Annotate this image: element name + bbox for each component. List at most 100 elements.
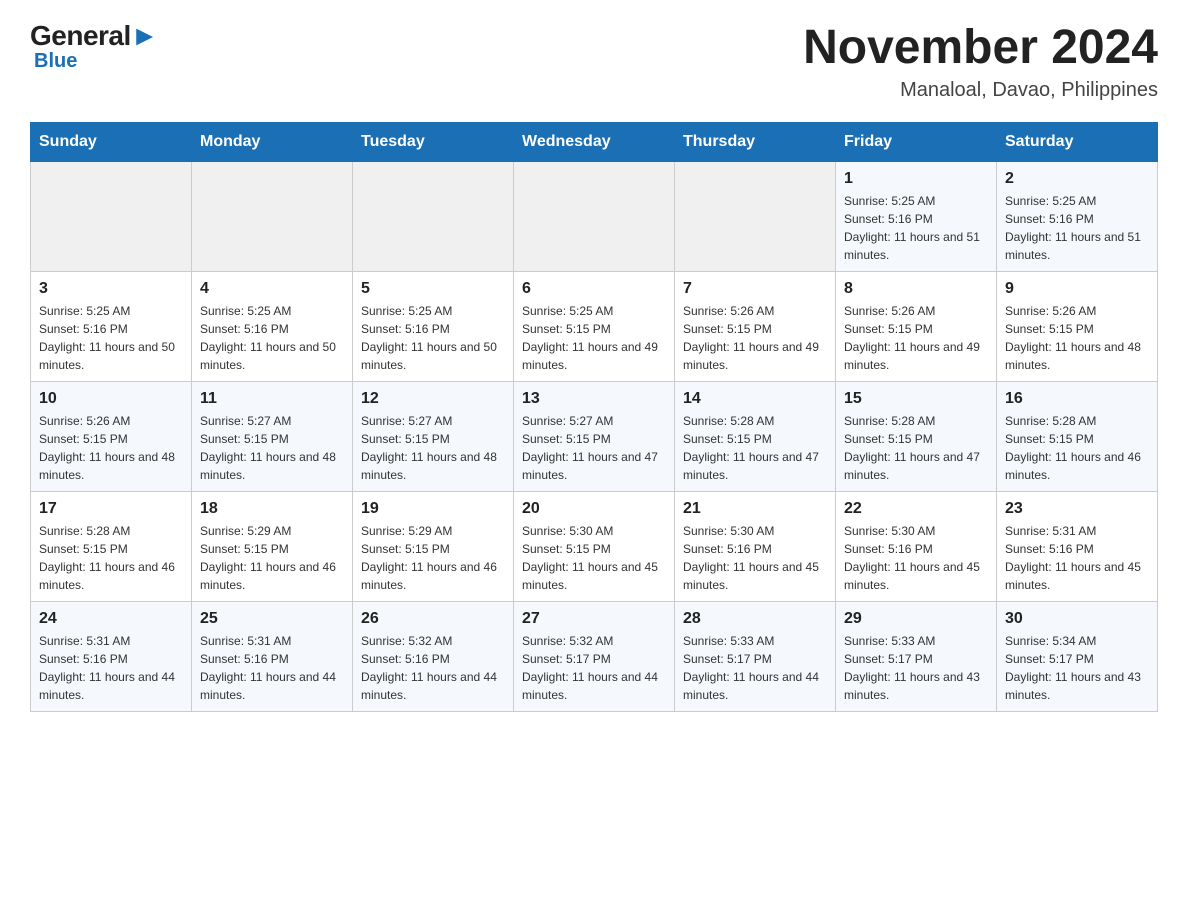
day-info: Sunrise: 5:27 AM Sunset: 5:15 PM Dayligh…: [361, 412, 505, 484]
title-section: November 2024 Manaloal, Davao, Philippin…: [803, 20, 1158, 102]
day-number: 28: [683, 610, 827, 628]
calendar-cell: 11 Sunrise: 5:27 AM Sunset: 5:15 PM Dayli…: [192, 382, 353, 492]
column-header-tuesday: Tuesday: [353, 123, 514, 162]
day-info: Sunrise: 5:27 AM Sunset: 5:15 PM Dayligh…: [522, 412, 666, 484]
day-info: Sunrise: 5:32 AM Sunset: 5:16 PM Dayligh…: [361, 632, 505, 704]
day-info: Sunrise: 5:27 AM Sunset: 5:15 PM Dayligh…: [200, 412, 344, 484]
calendar-cell: 17Sunrise: 5:28 AM Sunset: 5:15 PM Dayli…: [31, 492, 192, 602]
day-number: 7: [683, 280, 827, 298]
day-info: Sunrise: 5:33 AM Sunset: 5:17 PM Dayligh…: [844, 632, 988, 704]
calendar-cell: 20Sunrise: 5:30 AM Sunset: 5:15 PM Dayli…: [514, 492, 675, 602]
day-info: Sunrise: 5:31 AM Sunset: 5:16 PM Dayligh…: [1005, 522, 1149, 594]
calendar-cell: 8Sunrise: 5:26 AM Sunset: 5:15 PM Daylig…: [836, 272, 997, 382]
day-number: 19: [361, 500, 505, 518]
day-info: Sunrise: 5:25 AM Sunset: 5:16 PM Dayligh…: [200, 302, 344, 374]
day-info: Sunrise: 5:32 AM Sunset: 5:17 PM Dayligh…: [522, 632, 666, 704]
day-number: 14: [683, 390, 827, 408]
calendar-week-row: 24 Sunrise: 5:31 AM Sunset: 5:16 PM Dayli…: [31, 602, 1158, 712]
day-info: Sunrise: 5:25 AM Sunset: 5:15 PM Dayligh…: [522, 302, 666, 374]
calendar-cell: 4Sunrise: 5:25 AM Sunset: 5:16 PM Daylig…: [192, 272, 353, 382]
calendar-cell: 14 Sunrise: 5:28 AM Sunset: 5:15 PM Dayli…: [675, 382, 836, 492]
calendar-cell: 26 Sunrise: 5:32 AM Sunset: 5:16 PM Dayli…: [353, 602, 514, 712]
calendar-cell: 28 Sunrise: 5:33 AM Sunset: 5:17 PM Dayli…: [675, 602, 836, 712]
day-number: 5: [361, 280, 505, 298]
calendar-cell: 19 Sunrise: 5:29 AM Sunset: 5:15 PM Dayli…: [353, 492, 514, 602]
day-number: 11: [200, 390, 344, 408]
day-number: 25: [200, 610, 344, 628]
calendar-cell: [353, 162, 514, 272]
calendar-cell: 16 Sunrise: 5:28 AM Sunset: 5:15 PM Dayli…: [997, 382, 1158, 492]
calendar-table: SundayMondayTuesdayWednesdayThursdayFrid…: [30, 122, 1158, 712]
logo-general: General►: [30, 20, 158, 52]
calendar-cell: 2Sunrise: 5:25 AM Sunset: 5:16 PM Daylig…: [997, 162, 1158, 272]
day-number: 27: [522, 610, 666, 628]
calendar-cell: 30Sunrise: 5:34 AM Sunset: 5:17 PM Dayli…: [997, 602, 1158, 712]
calendar-cell: 29Sunrise: 5:33 AM Sunset: 5:17 PM Dayli…: [836, 602, 997, 712]
day-number: 21: [683, 500, 827, 518]
day-info: Sunrise: 5:31 AM Sunset: 5:16 PM Dayligh…: [39, 632, 183, 704]
calendar-cell: 12 Sunrise: 5:27 AM Sunset: 5:15 PM Dayli…: [353, 382, 514, 492]
day-info: Sunrise: 5:25 AM Sunset: 5:16 PM Dayligh…: [1005, 192, 1149, 264]
column-header-friday: Friday: [836, 123, 997, 162]
calendar-week-row: 3 Sunrise: 5:25 AM Sunset: 5:16 PM Daylig…: [31, 272, 1158, 382]
day-info: Sunrise: 5:29 AM Sunset: 5:15 PM Dayligh…: [361, 522, 505, 594]
day-number: 24: [39, 610, 183, 628]
calendar-header-row: SundayMondayTuesdayWednesdayThursdayFrid…: [31, 123, 1158, 162]
calendar-week-row: 17Sunrise: 5:28 AM Sunset: 5:15 PM Dayli…: [31, 492, 1158, 602]
month-title: November 2024: [803, 20, 1158, 75]
day-info: Sunrise: 5:25 AM Sunset: 5:16 PM Dayligh…: [844, 192, 988, 264]
calendar-cell: 9Sunrise: 5:26 AM Sunset: 5:15 PM Daylig…: [997, 272, 1158, 382]
calendar-week-row: 1 Sunrise: 5:25 AM Sunset: 5:16 PM Daylig…: [31, 162, 1158, 272]
calendar-cell: [675, 162, 836, 272]
column-header-thursday: Thursday: [675, 123, 836, 162]
calendar-cell: [192, 162, 353, 272]
day-number: 30: [1005, 610, 1149, 628]
calendar-cell: 21 Sunrise: 5:30 AM Sunset: 5:16 PM Dayli…: [675, 492, 836, 602]
column-header-wednesday: Wednesday: [514, 123, 675, 162]
column-header-saturday: Saturday: [997, 123, 1158, 162]
day-info: Sunrise: 5:25 AM Sunset: 5:16 PM Dayligh…: [361, 302, 505, 374]
calendar-cell: 3 Sunrise: 5:25 AM Sunset: 5:16 PM Daylig…: [31, 272, 192, 382]
day-number: 17: [39, 500, 183, 518]
day-number: 20: [522, 500, 666, 518]
day-number: 26: [361, 610, 505, 628]
day-info: Sunrise: 5:28 AM Sunset: 5:15 PM Dayligh…: [683, 412, 827, 484]
day-number: 22: [844, 500, 988, 518]
calendar-cell: 6 Sunrise: 5:25 AM Sunset: 5:15 PM Daylig…: [514, 272, 675, 382]
day-number: 16: [1005, 390, 1149, 408]
calendar-cell: 27 Sunrise: 5:32 AM Sunset: 5:17 PM Dayli…: [514, 602, 675, 712]
calendar-cell: [514, 162, 675, 272]
day-number: 18: [200, 500, 344, 518]
calendar-cell: 10 Sunrise: 5:26 AM Sunset: 5:15 PM Dayli…: [31, 382, 192, 492]
column-header-sunday: Sunday: [31, 123, 192, 162]
day-number: 3: [39, 280, 183, 298]
day-number: 23: [1005, 500, 1149, 518]
page-header: General► Blue November 2024 Manaloal, Da…: [30, 20, 1158, 102]
day-info: Sunrise: 5:33 AM Sunset: 5:17 PM Dayligh…: [683, 632, 827, 704]
calendar-cell: 18 Sunrise: 5:29 AM Sunset: 5:15 PM Dayli…: [192, 492, 353, 602]
day-info: Sunrise: 5:25 AM Sunset: 5:16 PM Dayligh…: [39, 302, 183, 374]
calendar-cell: 24 Sunrise: 5:31 AM Sunset: 5:16 PM Dayli…: [31, 602, 192, 712]
calendar-cell: 25Sunrise: 5:31 AM Sunset: 5:16 PM Dayli…: [192, 602, 353, 712]
column-header-monday: Monday: [192, 123, 353, 162]
calendar-cell: 15 Sunrise: 5:28 AM Sunset: 5:15 PM Dayli…: [836, 382, 997, 492]
day-number: 10: [39, 390, 183, 408]
calendar-cell: [31, 162, 192, 272]
day-number: 1: [844, 170, 988, 188]
day-info: Sunrise: 5:30 AM Sunset: 5:16 PM Dayligh…: [683, 522, 827, 594]
calendar-cell: 13Sunrise: 5:27 AM Sunset: 5:15 PM Dayli…: [514, 382, 675, 492]
day-info: Sunrise: 5:30 AM Sunset: 5:16 PM Dayligh…: [844, 522, 988, 594]
location: Manaloal, Davao, Philippines: [803, 79, 1158, 102]
day-info: Sunrise: 5:26 AM Sunset: 5:15 PM Dayligh…: [39, 412, 183, 484]
day-info: Sunrise: 5:28 AM Sunset: 5:15 PM Dayligh…: [1005, 412, 1149, 484]
logo-triangle-icon: ►: [131, 20, 158, 51]
day-number: 15: [844, 390, 988, 408]
calendar-cell: 1 Sunrise: 5:25 AM Sunset: 5:16 PM Daylig…: [836, 162, 997, 272]
logo: General► Blue: [30, 20, 158, 73]
day-number: 6: [522, 280, 666, 298]
day-number: 12: [361, 390, 505, 408]
day-info: Sunrise: 5:29 AM Sunset: 5:15 PM Dayligh…: [200, 522, 344, 594]
calendar-cell: 23 Sunrise: 5:31 AM Sunset: 5:16 PM Dayli…: [997, 492, 1158, 602]
day-info: Sunrise: 5:28 AM Sunset: 5:15 PM Dayligh…: [844, 412, 988, 484]
calendar-week-row: 10 Sunrise: 5:26 AM Sunset: 5:15 PM Dayli…: [31, 382, 1158, 492]
